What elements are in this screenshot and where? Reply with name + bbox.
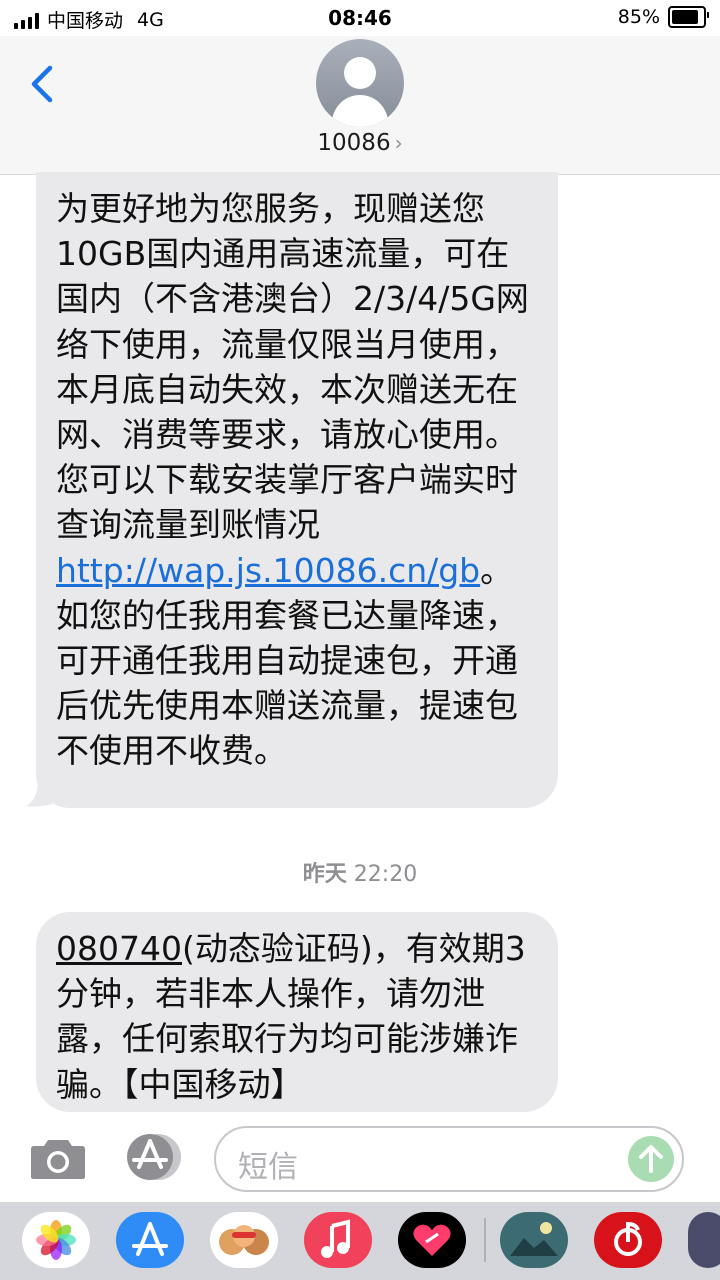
app-store-apps-icon[interactable] — [120, 1132, 186, 1182]
camera-icon[interactable] — [30, 1136, 86, 1180]
message-timestamp: 昨天 22:20 — [0, 856, 720, 888]
status-time: 08:46 — [328, 6, 392, 30]
status-bar: 中国移动 4G 08:46 85% — [0, 0, 720, 36]
partial-app-icon[interactable] — [688, 1212, 720, 1268]
game-app-icon[interactable] — [500, 1212, 568, 1268]
back-chevron-icon[interactable] — [24, 64, 64, 104]
bubble-tail — [26, 780, 52, 807]
app-store-icon[interactable] — [116, 1212, 184, 1268]
conversation-header: 10086 › — [0, 36, 720, 175]
arrow-up-icon — [639, 1145, 663, 1173]
verification-code[interactable]: 080740 — [56, 929, 182, 968]
contact-name: 10086 — [317, 130, 391, 156]
battery-icon — [668, 6, 709, 28]
message-bubble[interactable]: 080740(动态验证码)，有效期3分钟，若非本人操作，请勿泄露，任何索取行为均… — [36, 912, 558, 1112]
music-icon[interactable] — [304, 1212, 372, 1268]
message-input-placeholder: 短信 — [238, 1150, 298, 1185]
send-button[interactable] — [628, 1136, 674, 1182]
message-bubble[interactable]: 为更好地为您服务，现赠送您10GB国内通用高速流量，可在国内（不含港澳台）2/3… — [36, 172, 558, 808]
message-input[interactable]: 短信 — [214, 1126, 684, 1192]
message-text: 为更好地为您服务，现赠送您10GB国内通用高速流量，可在国内（不含港澳台）2/3… — [56, 189, 529, 545]
message-link[interactable]: http://wap.js.10086.cn/gb — [56, 551, 480, 590]
contact-avatar[interactable] — [316, 39, 404, 127]
contact-name-button[interactable]: 10086 › — [0, 130, 720, 156]
timestamp-time: 22:20 — [353, 862, 418, 887]
app-strip-divider — [484, 1218, 486, 1262]
timestamp-day: 昨天 — [302, 862, 347, 887]
imessage-app-strip — [0, 1202, 720, 1280]
memoji-icon[interactable] — [210, 1212, 278, 1268]
photos-icon[interactable] — [22, 1212, 90, 1268]
battery-percent: 85% — [617, 6, 660, 28]
composer-bar: 短信 — [0, 1116, 720, 1202]
netease-music-icon[interactable] — [594, 1212, 662, 1268]
digital-touch-icon[interactable] — [398, 1212, 466, 1268]
chevron-right-icon: › — [394, 131, 403, 155]
